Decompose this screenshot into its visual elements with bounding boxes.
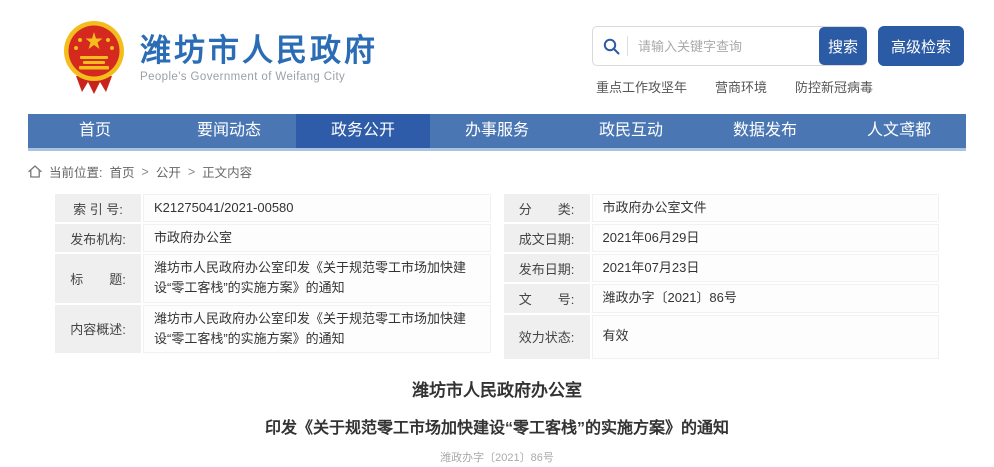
search-area: 搜索 高级检索 重点工作攻坚年 营商环境 防控新冠病毒 bbox=[592, 26, 964, 96]
nav-item-culture[interactable]: 人文鸢都 bbox=[832, 114, 966, 148]
meta-value: 潍坊市人民政府办公室印发《关于规范零工市场加快建设“零工客栈”的实施方案》的通知 bbox=[143, 305, 491, 353]
brand-text: 潍坊市人民政府 People's Government of Weifang C… bbox=[140, 33, 378, 84]
meta-value: 2021年06月29日 bbox=[592, 224, 940, 252]
meta-row-title: 标 题: 潍坊市人民政府办公室印发《关于规范零工市场加快建设“零工客栈”的实施方… bbox=[55, 254, 491, 302]
breadcrumb-open[interactable]: 公开 bbox=[156, 162, 181, 181]
hot-link-key-work[interactable]: 重点工作攻坚年 bbox=[596, 77, 687, 96]
search-icon bbox=[603, 38, 620, 55]
document-title-line1: 潍坊市人民政府办公室 bbox=[0, 376, 994, 401]
meta-row-written-date: 成文日期: 2021年06月29日 bbox=[504, 224, 940, 252]
meta-label: 发布机构: bbox=[55, 224, 141, 252]
breadcrumb-separator: > bbox=[142, 165, 149, 179]
meta-label: 效力状态: bbox=[504, 315, 590, 359]
document-number: 潍政办字〔2021〕86号 bbox=[0, 449, 994, 465]
national-emblem-icon bbox=[62, 20, 126, 96]
nav-item-data[interactable]: 数据发布 bbox=[698, 114, 832, 148]
nav-item-news[interactable]: 要闻动态 bbox=[162, 114, 296, 148]
hot-links: 重点工作攻坚年 营商环境 防控新冠病毒 bbox=[596, 77, 964, 96]
meta-right-column: 分 类: 市政府办公室文件 成文日期: 2021年06月29日 发布日期: 20… bbox=[504, 194, 940, 359]
main-nav: 首页 要闻动态 政务公开 办事服务 政民互动 数据发布 人文鸢都 bbox=[28, 114, 966, 151]
meta-label: 发布日期: bbox=[504, 254, 590, 282]
site-subtitle: People's Government of Weifang City bbox=[140, 71, 378, 83]
search-row: 搜索 高级检索 bbox=[592, 26, 964, 66]
breadcrumb-separator: > bbox=[188, 165, 195, 179]
meta-label: 标 题: bbox=[55, 254, 141, 302]
search-separator bbox=[627, 36, 628, 56]
nav-item-interaction[interactable]: 政民互动 bbox=[564, 114, 698, 148]
nav-item-gov-info[interactable]: 政务公开 bbox=[296, 114, 430, 148]
meta-label: 分 类: bbox=[504, 194, 590, 222]
meta-left-column: 索 引 号: K21275041/2021-00580 发布机构: 市政府办公室… bbox=[55, 194, 491, 359]
hot-link-covid[interactable]: 防控新冠病毒 bbox=[795, 77, 873, 96]
meta-value: K21275041/2021-00580 bbox=[143, 194, 491, 222]
meta-label: 文 号: bbox=[504, 284, 590, 312]
page: 潍坊市人民政府 People's Government of Weifang C… bbox=[0, 0, 994, 467]
meta-row-category: 分 类: 市政府办公室文件 bbox=[504, 194, 940, 222]
document-meta-table: 索 引 号: K21275041/2021-00580 发布机构: 市政府办公室… bbox=[55, 194, 939, 359]
meta-row-summary: 内容概述: 潍坊市人民政府办公室印发《关于规范零工市场加快建设“零工客栈”的实施… bbox=[55, 305, 491, 353]
meta-row-index-number: 索 引 号: K21275041/2021-00580 bbox=[55, 194, 491, 222]
advanced-search-button[interactable]: 高级检索 bbox=[878, 26, 964, 66]
meta-row-doc-number: 文 号: 潍政办字〔2021〕86号 bbox=[504, 284, 940, 312]
search-input[interactable] bbox=[636, 38, 819, 55]
meta-value: 有效 bbox=[592, 315, 940, 359]
meta-value: 潍政办字〔2021〕86号 bbox=[592, 284, 940, 312]
home-icon bbox=[28, 165, 42, 178]
document-header: 潍坊市人民政府办公室 印发《关于规范零工市场加快建设“零工客栈”的实施方案》的通… bbox=[0, 376, 994, 465]
search-button[interactable]: 搜索 bbox=[819, 27, 867, 65]
site-brand[interactable]: 潍坊市人民政府 People's Government of Weifang C… bbox=[62, 20, 378, 96]
nav-item-services[interactable]: 办事服务 bbox=[430, 114, 564, 148]
meta-value: 2021年07月23日 bbox=[592, 254, 940, 282]
meta-value: 市政府办公室文件 bbox=[592, 194, 940, 222]
meta-row-validity: 效力状态: 有效 bbox=[504, 315, 940, 359]
meta-row-publish-date: 发布日期: 2021年07月23日 bbox=[504, 254, 940, 282]
breadcrumb-home[interactable]: 首页 bbox=[109, 162, 134, 181]
meta-value: 潍坊市人民政府办公室印发《关于规范零工市场加快建设“零工客栈”的实施方案》的通知 bbox=[143, 254, 491, 302]
document-title-line2: 印发《关于规范零工市场加快建设“零工客栈”的实施方案》的通知 bbox=[0, 414, 994, 438]
meta-row-issuing-agency: 发布机构: 市政府办公室 bbox=[55, 224, 491, 252]
site-header: 潍坊市人民政府 People's Government of Weifang C… bbox=[0, 0, 994, 102]
breadcrumb-prefix: 当前位置: bbox=[49, 162, 102, 181]
nav-item-home[interactable]: 首页 bbox=[28, 114, 162, 148]
search-box: 搜索 bbox=[592, 26, 867, 66]
breadcrumb: 当前位置: 首页 > 公开 > 正文内容 bbox=[28, 162, 966, 181]
hot-link-business-env[interactable]: 营商环境 bbox=[715, 77, 767, 96]
meta-label: 成文日期: bbox=[504, 224, 590, 252]
meta-label: 内容概述: bbox=[55, 305, 141, 353]
breadcrumb-current: 正文内容 bbox=[202, 162, 252, 181]
site-title: 潍坊市人民政府 bbox=[140, 33, 378, 69]
meta-label: 索 引 号: bbox=[55, 194, 141, 222]
meta-value: 市政府办公室 bbox=[143, 224, 491, 252]
